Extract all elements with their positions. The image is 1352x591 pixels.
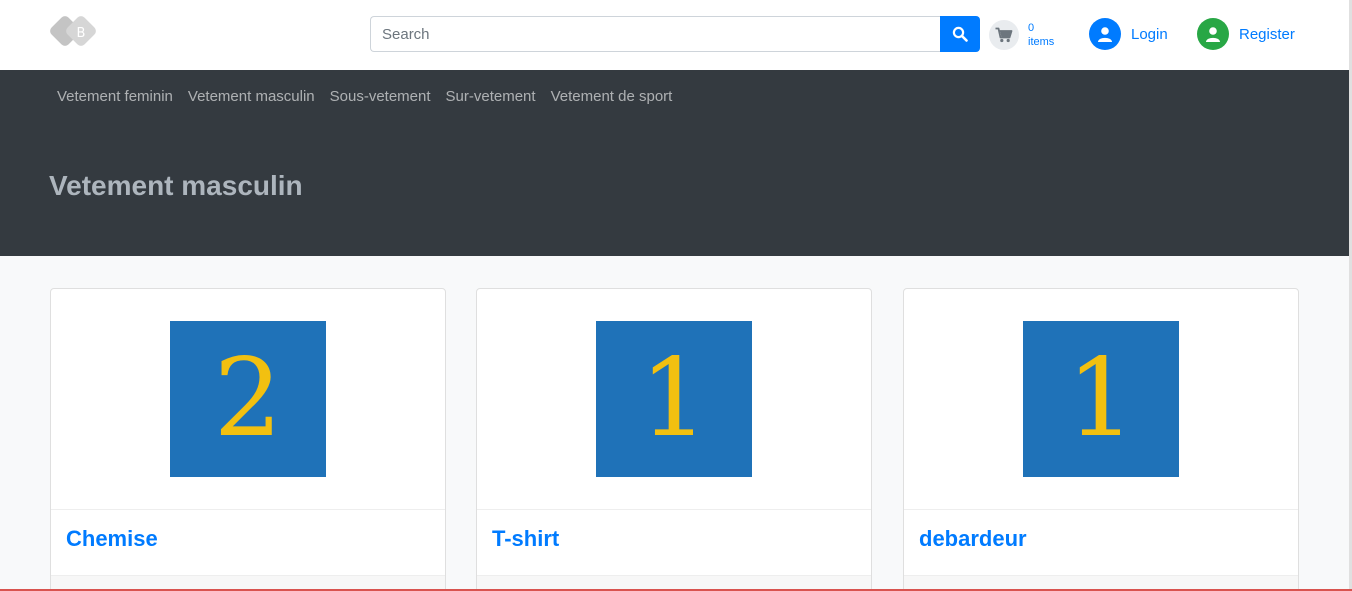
product-image-area[interactable]: 1 [477,289,871,510]
thumbnail-digit: 2 [213,336,283,461]
product-image-area[interactable]: 1 [904,289,1298,510]
product-thumbnail[interactable]: 1 [596,321,752,477]
nav-item-sous-vetement[interactable]: Sous-vetement [330,88,431,105]
product-thumbnail[interactable]: 1 [1023,321,1179,477]
login-label: Login [1131,25,1168,43]
product-image-area[interactable]: 2 [51,289,445,510]
search-icon [952,26,968,42]
register-label: Register [1239,25,1295,43]
register-link[interactable]: Register [1197,18,1295,50]
product-title[interactable]: T-shirt [492,526,559,552]
product-thumbnail[interactable]: 2 [170,321,326,477]
user-icon [1197,18,1229,50]
nav-item-vetement-de-sport[interactable]: Vetement de sport [551,88,673,105]
search-input[interactable] [370,16,942,52]
brand-logo-icon[interactable]: B [49,13,101,55]
cart-button[interactable] [989,20,1019,50]
nav-item-vetement-feminin[interactable]: Vetement feminin [57,88,173,105]
nav-item-vetement-masculin[interactable]: Vetement masculin [188,88,315,105]
thumbnail-digit: 1 [1066,336,1136,461]
product-title[interactable]: debardeur [919,526,1027,552]
product-card: 2 Chemise [50,288,446,591]
nav-item-sur-vetement[interactable]: Sur-vetement [446,88,536,105]
cart-count[interactable]: 0 items [1028,21,1054,49]
page-title: Vetement masculin [49,170,303,201]
user-icon [1089,18,1121,50]
product-title[interactable]: Chemise [66,526,158,552]
svg-text:B: B [77,26,86,41]
top-header: B 0 items Login [0,0,1352,70]
product-card: 1 T-shirt [476,288,872,591]
product-card: 1 debardeur [903,288,1299,591]
login-link[interactable]: Login [1089,18,1168,50]
category-hero: Vetement feminin Vetement masculin Sous-… [0,70,1349,256]
cart-icon [995,27,1013,43]
product-grid: 2 Chemise 1 T-shirt 1 debardeur [50,288,1299,591]
cart-count-number: 0 [1028,22,1035,34]
category-nav: Vetement feminin Vetement masculin Sous-… [57,88,672,105]
thumbnail-digit: 1 [639,336,709,461]
search-button[interactable] [940,16,980,52]
cart-count-label: items [1028,36,1055,48]
